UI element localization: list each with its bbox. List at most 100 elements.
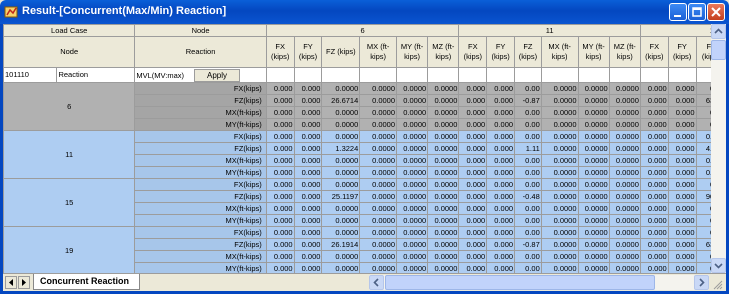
value-cell[interactable]: 0.000 bbox=[667, 178, 697, 191]
value-cell[interactable]: 0.000 bbox=[639, 214, 669, 227]
value-cell[interactable]: 0.000 bbox=[265, 118, 295, 131]
value-cell[interactable]: 63.92 bbox=[695, 238, 711, 251]
value-cell[interactable]: 0.0000 bbox=[608, 238, 641, 251]
value-cell[interactable]: 0.0000 bbox=[427, 166, 460, 179]
value-cell[interactable]: 0.0000 bbox=[321, 154, 361, 167]
results-grid[interactable]: Load CaseNode61115NodeReactionFX (kips)F… bbox=[3, 24, 711, 273]
value-cell[interactable]: 0.000 bbox=[486, 238, 516, 251]
value-cell[interactable]: 0.00 bbox=[514, 130, 542, 143]
value-cell[interactable]: 0.000 bbox=[458, 130, 488, 143]
value-cell[interactable]: 0.000 bbox=[486, 106, 516, 119]
value-cell[interactable]: 0.0000 bbox=[577, 130, 610, 143]
value-cell[interactable]: 0.000 bbox=[486, 214, 516, 227]
scroll-left-button[interactable] bbox=[369, 275, 384, 290]
value-cell[interactable]: 0.0000 bbox=[396, 154, 429, 167]
value-cell[interactable]: 0.0000 bbox=[608, 226, 641, 239]
value-cell[interactable]: 0.0000 bbox=[577, 142, 610, 155]
vertical-scroll-thumb[interactable] bbox=[711, 40, 726, 60]
value-cell[interactable]: 0.0000 bbox=[427, 130, 460, 143]
value-cell[interactable]: 0.0000 bbox=[321, 250, 361, 263]
close-button[interactable] bbox=[707, 3, 725, 21]
value-cell[interactable]: 0.000 bbox=[458, 106, 488, 119]
value-cell[interactable]: 0.000 bbox=[458, 262, 488, 273]
value-cell[interactable]: 0.000 bbox=[293, 130, 323, 143]
value-cell[interactable]: -0.87 bbox=[514, 94, 542, 107]
value-cell[interactable]: 0.000 bbox=[293, 214, 323, 227]
value-cell[interactable]: 0.000 bbox=[458, 166, 488, 179]
value-cell[interactable]: 0.000 bbox=[293, 202, 323, 215]
value-cell[interactable]: 0.0000 bbox=[359, 142, 398, 155]
value-cell[interactable]: 0.0000 bbox=[427, 106, 460, 119]
value-cell[interactable]: 0.0000 bbox=[359, 154, 398, 167]
value-cell[interactable]: 0.00 bbox=[695, 262, 711, 273]
value-cell[interactable]: 0.0000 bbox=[608, 190, 641, 203]
value-cell[interactable]: 0.0000 bbox=[359, 118, 398, 131]
value-cell[interactable]: 0.000 bbox=[265, 166, 295, 179]
value-cell[interactable]: 0.000 bbox=[486, 82, 516, 95]
value-cell[interactable]: 0.000 bbox=[667, 130, 697, 143]
value-cell[interactable]: 0.000 bbox=[486, 154, 516, 167]
value-cell[interactable]: 0.0000 bbox=[577, 166, 610, 179]
value-cell[interactable]: 0.0000 bbox=[321, 130, 361, 143]
value-cell[interactable]: 0.000 bbox=[293, 178, 323, 191]
value-cell[interactable]: 0.000 bbox=[486, 190, 516, 203]
value-cell[interactable]: 0.0000 bbox=[359, 250, 398, 263]
value-cell[interactable]: 0.000 bbox=[265, 250, 295, 263]
value-cell[interactable]: 0.0000 bbox=[577, 178, 610, 191]
value-cell[interactable]: 63.92 bbox=[695, 94, 711, 107]
value-cell[interactable]: 0.000 bbox=[667, 106, 697, 119]
value-cell[interactable]: 0.000 bbox=[293, 154, 323, 167]
value-cell[interactable]: 0.0000 bbox=[540, 142, 579, 155]
value-cell[interactable]: 0.0000 bbox=[321, 106, 361, 119]
value-cell[interactable]: 0.000 bbox=[265, 190, 295, 203]
scroll-down-button[interactable] bbox=[711, 258, 726, 273]
value-cell[interactable]: 0.0000 bbox=[427, 202, 460, 215]
value-cell[interactable]: 0.0000 bbox=[427, 226, 460, 239]
value-cell[interactable]: 0.0000 bbox=[396, 142, 429, 155]
value-cell[interactable]: 0.0000 bbox=[608, 82, 641, 95]
value-cell[interactable]: -0.87 bbox=[514, 238, 542, 251]
value-cell[interactable]: 0.0000 bbox=[427, 94, 460, 107]
value-cell[interactable]: 0.0000 bbox=[540, 238, 579, 251]
value-cell[interactable]: 0.000 bbox=[265, 106, 295, 119]
value-cell[interactable]: 0.000 bbox=[639, 142, 669, 155]
value-cell[interactable]: 4.220 bbox=[695, 142, 711, 155]
value-cell[interactable]: 0.0000 bbox=[427, 190, 460, 203]
value-cell[interactable]: 0.000 bbox=[265, 82, 295, 95]
value-cell[interactable]: 0.0000 bbox=[577, 262, 610, 273]
value-cell[interactable]: 0.00 bbox=[695, 106, 711, 119]
value-cell[interactable]: 90.32 bbox=[695, 190, 711, 203]
value-cell[interactable]: 25.1197 bbox=[321, 190, 361, 203]
value-cell[interactable]: 0.0000 bbox=[396, 130, 429, 143]
value-cell[interactable]: 0.000 bbox=[667, 82, 697, 95]
value-cell[interactable]: 0.000 bbox=[667, 238, 697, 251]
maximize-button[interactable] bbox=[688, 3, 706, 21]
value-cell[interactable]: 0.0000 bbox=[396, 250, 429, 263]
value-cell[interactable]: 0.000 bbox=[458, 118, 488, 131]
value-cell[interactable]: 0.0000 bbox=[540, 190, 579, 203]
value-cell[interactable]: 0.000 bbox=[265, 262, 295, 273]
value-cell[interactable]: 0.0000 bbox=[359, 262, 398, 273]
value-cell[interactable]: 0.0000 bbox=[427, 250, 460, 263]
value-cell[interactable]: 0.000 bbox=[639, 202, 669, 215]
value-cell[interactable]: 0.000 bbox=[695, 130, 711, 143]
value-cell[interactable]: 0.000 bbox=[293, 118, 323, 131]
value-cell[interactable]: 0.0000 bbox=[608, 214, 641, 227]
value-cell[interactable]: 0.0000 bbox=[577, 118, 610, 131]
value-cell[interactable]: 0.00 bbox=[514, 118, 542, 131]
value-cell[interactable]: 0.0000 bbox=[540, 118, 579, 131]
value-cell[interactable]: 0.00 bbox=[695, 214, 711, 227]
value-cell[interactable]: 0.0000 bbox=[577, 94, 610, 107]
value-cell[interactable]: 0.0000 bbox=[396, 214, 429, 227]
value-cell[interactable]: 0.0000 bbox=[608, 262, 641, 273]
value-cell[interactable]: 0.0000 bbox=[577, 190, 610, 203]
value-cell[interactable]: 0.000 bbox=[293, 166, 323, 179]
value-cell[interactable]: 0.0000 bbox=[321, 82, 361, 95]
value-cell[interactable]: 0.000 bbox=[667, 250, 697, 263]
value-cell[interactable]: 0.0000 bbox=[321, 178, 361, 191]
value-cell[interactable]: 0.000 bbox=[486, 202, 516, 215]
value-cell[interactable]: 0.000 bbox=[639, 238, 669, 251]
value-cell[interactable]: 0.00 bbox=[695, 202, 711, 215]
value-cell[interactable]: 0.000 bbox=[293, 82, 323, 95]
value-cell[interactable]: 0.00 bbox=[695, 118, 711, 131]
